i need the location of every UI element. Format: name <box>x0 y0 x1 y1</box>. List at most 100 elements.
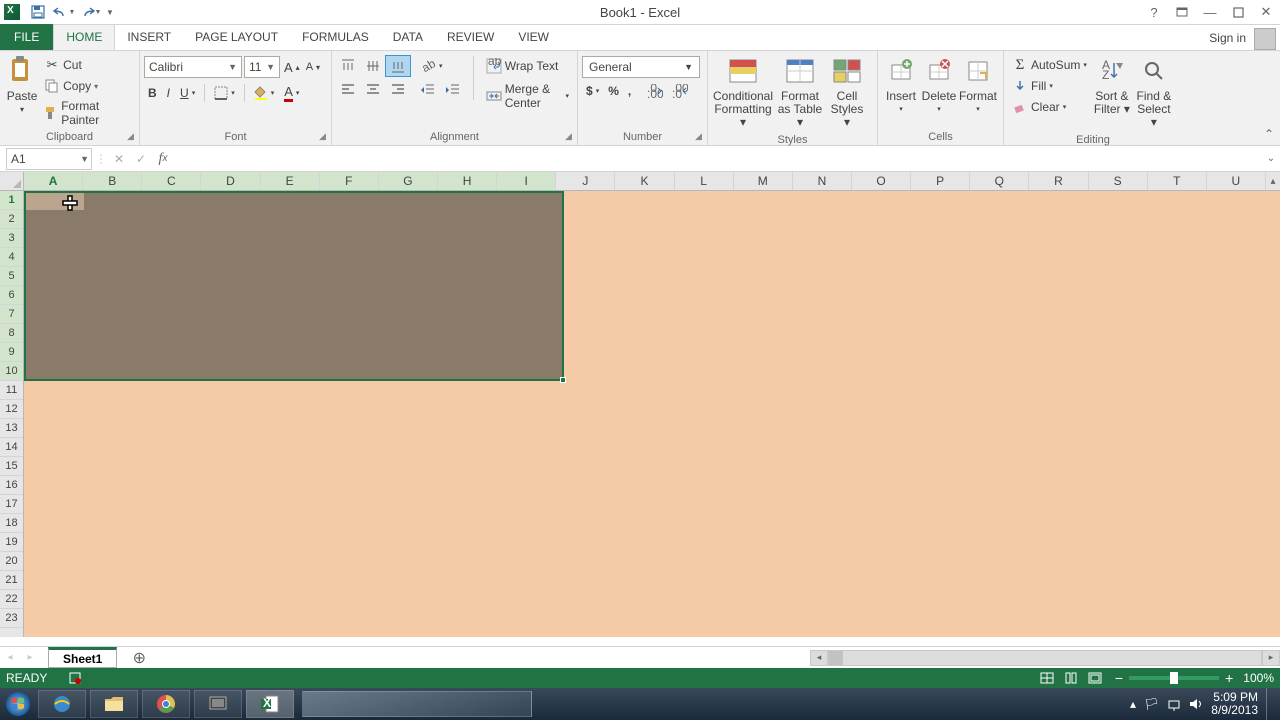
row-header-16[interactable]: 16 <box>0 476 23 495</box>
percent-format-button[interactable]: % <box>604 82 623 100</box>
underline-button[interactable]: U▾ <box>176 84 199 102</box>
row-header-8[interactable]: 8 <box>0 324 23 343</box>
row-header-22[interactable]: 22 <box>0 590 23 609</box>
new-sheet-button[interactable]: ⊕ <box>129 647 149 668</box>
zoom-in-button[interactable]: + <box>1225 670 1233 686</box>
redo-button[interactable]: ▼ <box>78 1 102 23</box>
start-button[interactable] <box>0 688 36 720</box>
undo-button[interactable]: ▼ <box>52 1 76 23</box>
borders-button[interactable]: ▾ <box>210 84 239 102</box>
column-header-B[interactable]: B <box>83 172 142 190</box>
tray-show-hidden-icon[interactable]: ▴ <box>1130 697 1136 711</box>
row-headers[interactable]: 1234567891011121314151617181920212223 <box>0 191 24 637</box>
column-header-R[interactable]: R <box>1029 172 1088 190</box>
row-header-10[interactable]: 10 <box>0 362 23 381</box>
row-header-6[interactable]: 6 <box>0 286 23 305</box>
select-all-corner[interactable] <box>0 172 24 191</box>
tray-volume-icon[interactable] <box>1189 697 1203 711</box>
tab-view[interactable]: VIEW <box>506 24 561 50</box>
zoom-out-button[interactable]: − <box>1115 670 1123 686</box>
row-header-3[interactable]: 3 <box>0 229 23 248</box>
fill-button[interactable]: Fill▾ <box>1008 76 1091 96</box>
increase-decimal-button[interactable]: .0.00 <box>643 82 667 100</box>
row-header-2[interactable]: 2 <box>0 210 23 229</box>
hscroll-right-button[interactable]: ▸ <box>1262 650 1280 666</box>
row-header-12[interactable]: 12 <box>0 400 23 419</box>
column-header-O[interactable]: O <box>852 172 911 190</box>
sign-in-link[interactable]: Sign in <box>1201 26 1254 50</box>
column-header-C[interactable]: C <box>142 172 201 190</box>
account-picture[interactable] <box>1254 28 1276 50</box>
column-header-I[interactable]: I <box>497 172 556 190</box>
taskbar-app[interactable] <box>194 690 242 718</box>
row-header-19[interactable]: 19 <box>0 533 23 552</box>
find-select-button[interactable]: Find & Select ▾ <box>1133 53 1175 132</box>
tray-clock[interactable]: 5:09 PM8/9/2013 <box>1211 691 1258 717</box>
font-color-button[interactable]: A▾ <box>280 82 303 104</box>
column-headers[interactable]: ABCDEFGHIJKLMNOPQRSTU <box>24 172 1266 191</box>
column-header-T[interactable]: T <box>1148 172 1207 190</box>
increase-font-button[interactable]: A▴ <box>282 58 302 77</box>
tray-network-icon[interactable] <box>1167 697 1181 711</box>
column-header-N[interactable]: N <box>793 172 852 190</box>
fill-color-button[interactable]: ▾ <box>250 84 279 102</box>
column-header-K[interactable]: K <box>615 172 674 190</box>
column-header-L[interactable]: L <box>675 172 734 190</box>
tab-page-layout[interactable]: PAGE LAYOUT <box>183 24 290 50</box>
align-center-button[interactable] <box>361 80 385 100</box>
column-header-M[interactable]: M <box>734 172 793 190</box>
format-cells-button[interactable]: Format▾ <box>958 53 998 116</box>
clipboard-dialog-launcher[interactable]: ◢ <box>124 130 137 143</box>
tab-file[interactable]: FILE <box>0 24 53 50</box>
align-right-button[interactable] <box>386 80 410 100</box>
fill-handle[interactable] <box>560 377 566 383</box>
taskbar-chrome[interactable] <box>142 690 190 718</box>
macro-record-icon[interactable] <box>67 670 83 686</box>
autosum-button[interactable]: ΣAutoSum▾ <box>1008 55 1091 75</box>
name-box[interactable]: A1▼ <box>6 148 92 170</box>
row-header-1[interactable]: 1 <box>0 191 23 210</box>
row-header-20[interactable]: 20 <box>0 552 23 571</box>
column-header-E[interactable]: E <box>261 172 320 190</box>
row-header-14[interactable]: 14 <box>0 438 23 457</box>
enter-formula-button[interactable]: ✓ <box>130 148 152 170</box>
expand-formula-bar-button[interactable]: ⌄ <box>1262 153 1280 164</box>
save-button[interactable] <box>26 1 50 23</box>
row-header-15[interactable]: 15 <box>0 457 23 476</box>
taskbar-ie[interactable] <box>38 690 86 718</box>
align-left-button[interactable] <box>336 80 360 100</box>
close-button[interactable]: ✕ <box>1252 1 1280 23</box>
vscroll-up-button[interactable]: ▴ <box>1266 172 1280 191</box>
decrease-decimal-button[interactable]: .00.0 <box>668 82 692 100</box>
alignment-dialog-launcher[interactable]: ◢ <box>562 130 575 143</box>
font-dialog-launcher[interactable]: ◢ <box>316 130 329 143</box>
bold-button[interactable]: B <box>144 84 161 102</box>
row-header-5[interactable]: 5 <box>0 267 23 286</box>
hscroll-track[interactable] <box>828 650 1262 666</box>
page-break-view-button[interactable] <box>1084 670 1106 686</box>
conditional-formatting-button[interactable]: Conditional Formatting ▾ <box>712 53 774 132</box>
taskbar-excel[interactable]: X <box>246 690 294 718</box>
formula-bar-input[interactable] <box>174 148 1262 170</box>
format-as-table-button[interactable]: Format as Table ▾ <box>774 53 826 132</box>
italic-button[interactable]: I <box>163 84 174 102</box>
insert-cells-button[interactable]: Insert▾ <box>882 53 920 116</box>
column-header-J[interactable]: J <box>556 172 615 190</box>
tab-review[interactable]: REVIEW <box>435 24 506 50</box>
column-header-D[interactable]: D <box>201 172 260 190</box>
row-header-9[interactable]: 9 <box>0 343 23 362</box>
taskbar-explorer[interactable] <box>90 690 138 718</box>
page-layout-view-button[interactable] <box>1060 670 1082 686</box>
decrease-font-button[interactable]: A▾ <box>304 59 322 75</box>
tab-data[interactable]: DATA <box>381 24 435 50</box>
tab-formulas[interactable]: FORMULAS <box>290 24 381 50</box>
column-header-A[interactable]: A <box>24 172 83 190</box>
maximize-button[interactable] <box>1224 1 1252 23</box>
row-header-11[interactable]: 11 <box>0 381 23 400</box>
copy-button[interactable]: Copy▾ <box>40 76 135 96</box>
column-header-Q[interactable]: Q <box>970 172 1029 190</box>
increase-indent-button[interactable] <box>441 80 465 100</box>
cells-area[interactable] <box>24 191 1266 637</box>
column-header-S[interactable]: S <box>1089 172 1148 190</box>
paste-button[interactable]: Paste▾ <box>4 53 40 117</box>
